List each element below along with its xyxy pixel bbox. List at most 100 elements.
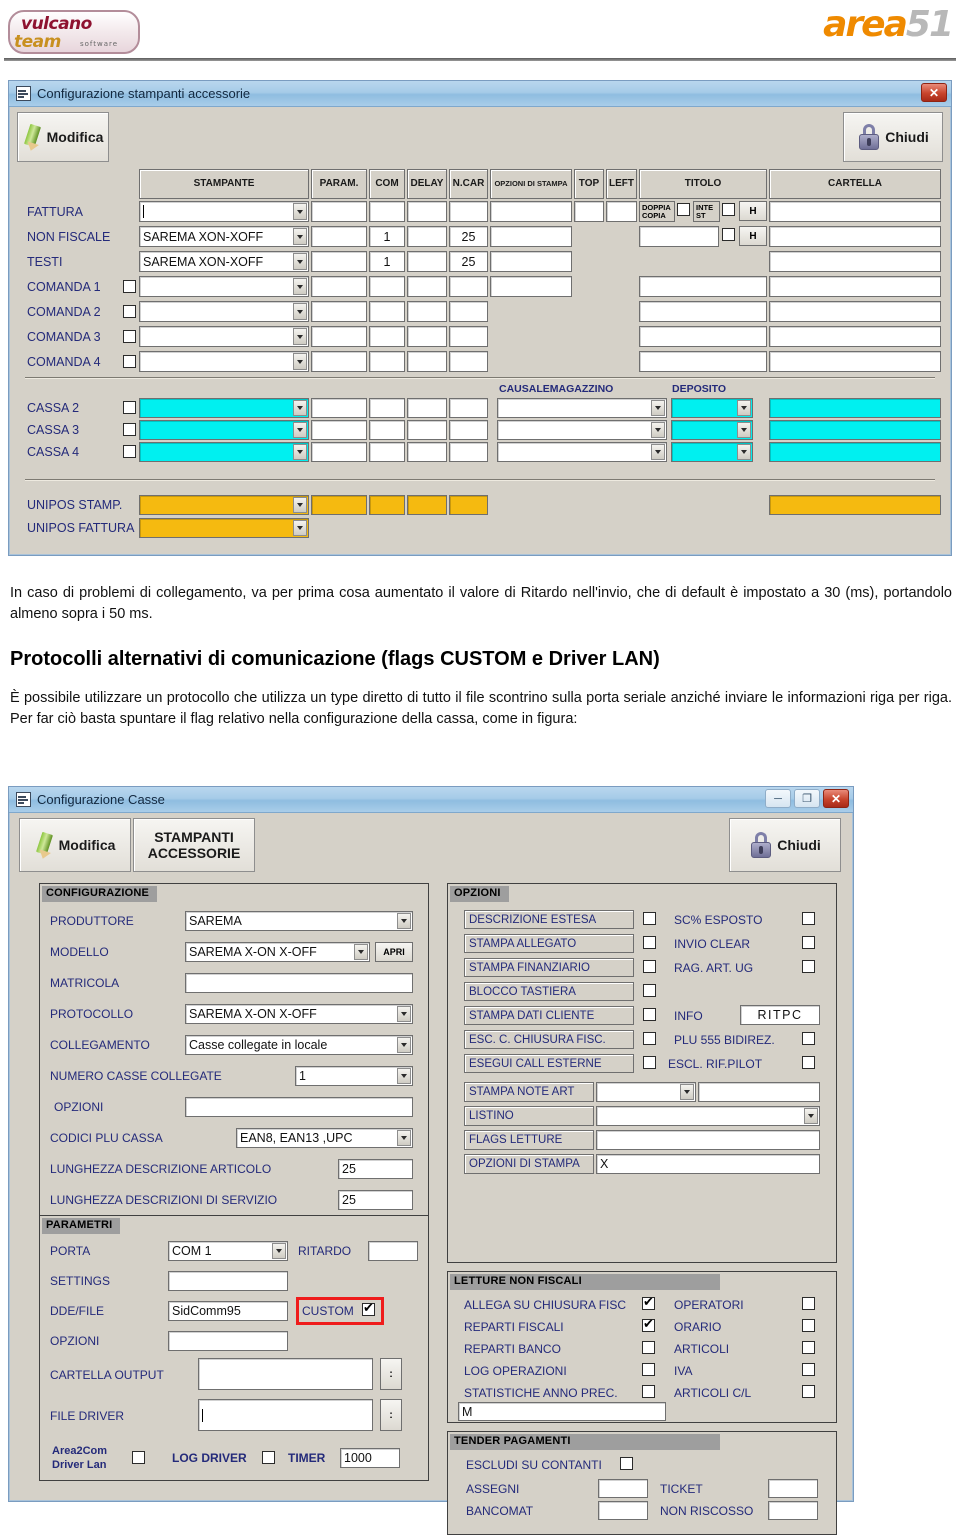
printer-select-cassa-4[interactable] bbox=[139, 442, 309, 462]
delay-input-cassa-2[interactable] bbox=[407, 398, 447, 418]
cartella-input-cassa-2[interactable] bbox=[769, 398, 941, 418]
porta-select[interactable]: COM 1 bbox=[168, 1241, 288, 1261]
chevron-down-icon[interactable] bbox=[651, 400, 665, 416]
flags-letture-input[interactable] bbox=[596, 1130, 820, 1150]
opzioni-input-nonfiscale[interactable] bbox=[490, 226, 572, 247]
titolo-input-comanda-3[interactable] bbox=[639, 326, 767, 347]
chevron-down-icon[interactable] bbox=[293, 253, 307, 270]
cartella-input-testi[interactable] bbox=[769, 251, 941, 272]
unipos-field-4[interactable] bbox=[449, 495, 488, 515]
left-input-fattura[interactable] bbox=[606, 201, 637, 222]
lunghezza-articolo-input[interactable]: 25 bbox=[338, 1159, 413, 1179]
chevron-down-icon[interactable] bbox=[737, 400, 751, 416]
browse-file-driver-button[interactable]: : bbox=[380, 1399, 402, 1431]
stampa-allegato-checkbox[interactable] bbox=[643, 936, 656, 949]
row-check-cassa-3[interactable] bbox=[123, 423, 136, 436]
com-input-fattura[interactable] bbox=[369, 201, 405, 222]
delay-input-comanda-4[interactable] bbox=[407, 351, 447, 372]
cartella-input-nonfiscale[interactable] bbox=[769, 226, 941, 247]
opzioni-input-comanda-1[interactable] bbox=[490, 276, 572, 297]
param-input-cassa-2[interactable] bbox=[311, 398, 367, 418]
plu-555-bidirez-checkbox[interactable] bbox=[802, 1032, 815, 1045]
ncar-input-comanda-4[interactable] bbox=[449, 351, 488, 372]
ncar-input-fattura[interactable] bbox=[449, 201, 488, 222]
rag-art-ug-checkbox[interactable] bbox=[802, 960, 815, 973]
com-input-comanda-4[interactable] bbox=[369, 351, 405, 372]
area2com-checkbox[interactable] bbox=[132, 1451, 145, 1464]
custom-checkbox[interactable] bbox=[362, 1301, 375, 1316]
param-input-cassa-4[interactable] bbox=[311, 442, 367, 462]
chevron-down-icon[interactable] bbox=[293, 353, 307, 370]
chevron-down-icon[interactable] bbox=[397, 1006, 411, 1022]
allega-chiusura-checkbox[interactable] bbox=[642, 1295, 655, 1310]
window2-titlebar[interactable]: Configurazione Casse ─ ❐ ✕ bbox=[9, 787, 853, 813]
intest-check-nonfiscale[interactable] bbox=[722, 228, 735, 241]
chevron-down-icon[interactable] bbox=[397, 1068, 411, 1084]
delay-input-fattura[interactable] bbox=[407, 201, 447, 222]
stampa-dati-cliente-checkbox[interactable] bbox=[643, 1008, 656, 1021]
ncar-input-comanda-2[interactable] bbox=[449, 301, 488, 322]
printer-select-cassa-2[interactable] bbox=[139, 398, 309, 418]
printer-select-cassa-3[interactable] bbox=[139, 420, 309, 440]
cartella-input-unipos-stamp[interactable] bbox=[769, 495, 941, 515]
printer-select-comanda-2[interactable] bbox=[139, 301, 309, 322]
opzioni-config-input[interactable] bbox=[185, 1097, 413, 1117]
deposito-select-cassa-3[interactable] bbox=[671, 420, 753, 440]
unipos-field-1[interactable] bbox=[311, 495, 367, 515]
printer-select-comanda-3[interactable] bbox=[139, 326, 309, 347]
h-button-nonfiscale[interactable]: H bbox=[739, 226, 767, 246]
collegamento-select[interactable]: Casse collegate in locale bbox=[185, 1035, 413, 1055]
printer-select-fattura[interactable] bbox=[139, 201, 309, 222]
deposito-select-cassa-2[interactable] bbox=[671, 398, 753, 418]
chevron-down-icon[interactable] bbox=[293, 228, 307, 245]
produttore-select[interactable]: SAREMA bbox=[185, 911, 413, 931]
chevron-down-icon[interactable] bbox=[397, 913, 411, 929]
ncar-input-cassa-2[interactable] bbox=[449, 398, 488, 418]
unipos-field-2[interactable] bbox=[369, 495, 405, 515]
escl-rif-pilot-checkbox[interactable] bbox=[802, 1056, 815, 1069]
letture-text-input[interactable]: M bbox=[458, 1402, 666, 1421]
matricola-input[interactable] bbox=[185, 973, 413, 993]
deposito-select-cassa-4[interactable] bbox=[671, 442, 753, 462]
chevron-down-icon[interactable] bbox=[651, 422, 665, 438]
info-input[interactable]: RITPC bbox=[740, 1005, 820, 1025]
param-input-comanda-3[interactable] bbox=[311, 326, 367, 347]
chevron-down-icon[interactable] bbox=[293, 400, 307, 416]
invio-clear-checkbox[interactable] bbox=[802, 936, 815, 949]
window1-titlebar[interactable]: Configurazione stampanti accessorie ✕ bbox=[9, 81, 951, 107]
row-check-cassa-2[interactable] bbox=[123, 401, 136, 414]
ticket-input[interactable] bbox=[768, 1479, 818, 1498]
delay-input-comanda-2[interactable] bbox=[407, 301, 447, 322]
browse-cartella-output-button[interactable]: : bbox=[380, 1358, 402, 1390]
cartella-input-comanda-1[interactable] bbox=[769, 276, 941, 297]
param-input-nonfiscale[interactable] bbox=[311, 226, 367, 247]
param-input-cassa-3[interactable] bbox=[311, 420, 367, 440]
chevron-down-icon[interactable] bbox=[293, 278, 307, 295]
assegni-input[interactable] bbox=[598, 1479, 648, 1498]
row-check-comanda-4[interactable] bbox=[123, 355, 136, 368]
non-riscosso-input[interactable] bbox=[768, 1501, 818, 1520]
causale-select-cassa-4[interactable] bbox=[497, 442, 667, 462]
ncar-input-comanda-3[interactable] bbox=[449, 326, 488, 347]
ncar-input-nonfiscale[interactable]: 25 bbox=[449, 226, 488, 247]
delay-input-nonfiscale[interactable] bbox=[407, 226, 447, 247]
articoli-cl-checkbox[interactable] bbox=[802, 1385, 815, 1398]
modifica-button[interactable]: Modifica bbox=[19, 818, 131, 872]
chevron-down-icon[interactable] bbox=[737, 444, 751, 460]
chevron-down-icon[interactable] bbox=[293, 303, 307, 320]
chevron-down-icon[interactable] bbox=[293, 328, 307, 345]
cartella-input-cassa-3[interactable] bbox=[769, 420, 941, 440]
delay-input-cassa-4[interactable] bbox=[407, 442, 447, 462]
ncar-input-testi[interactable]: 25 bbox=[449, 251, 488, 272]
maximize-icon[interactable]: ❐ bbox=[794, 789, 820, 808]
intest-check[interactable] bbox=[722, 203, 735, 216]
operatori-checkbox[interactable] bbox=[802, 1297, 815, 1310]
com-input-testi[interactable]: 1 bbox=[369, 251, 405, 272]
delay-input-testi[interactable] bbox=[407, 251, 447, 272]
file-driver-input[interactable] bbox=[198, 1399, 373, 1431]
opzioni-input-fattura[interactable] bbox=[490, 201, 572, 222]
row-check-comanda-1[interactable] bbox=[123, 280, 136, 293]
listino-select[interactable] bbox=[596, 1106, 820, 1126]
blocco-tastiera-checkbox[interactable] bbox=[643, 984, 656, 997]
titolo-input-nonfiscale[interactable] bbox=[639, 226, 719, 247]
